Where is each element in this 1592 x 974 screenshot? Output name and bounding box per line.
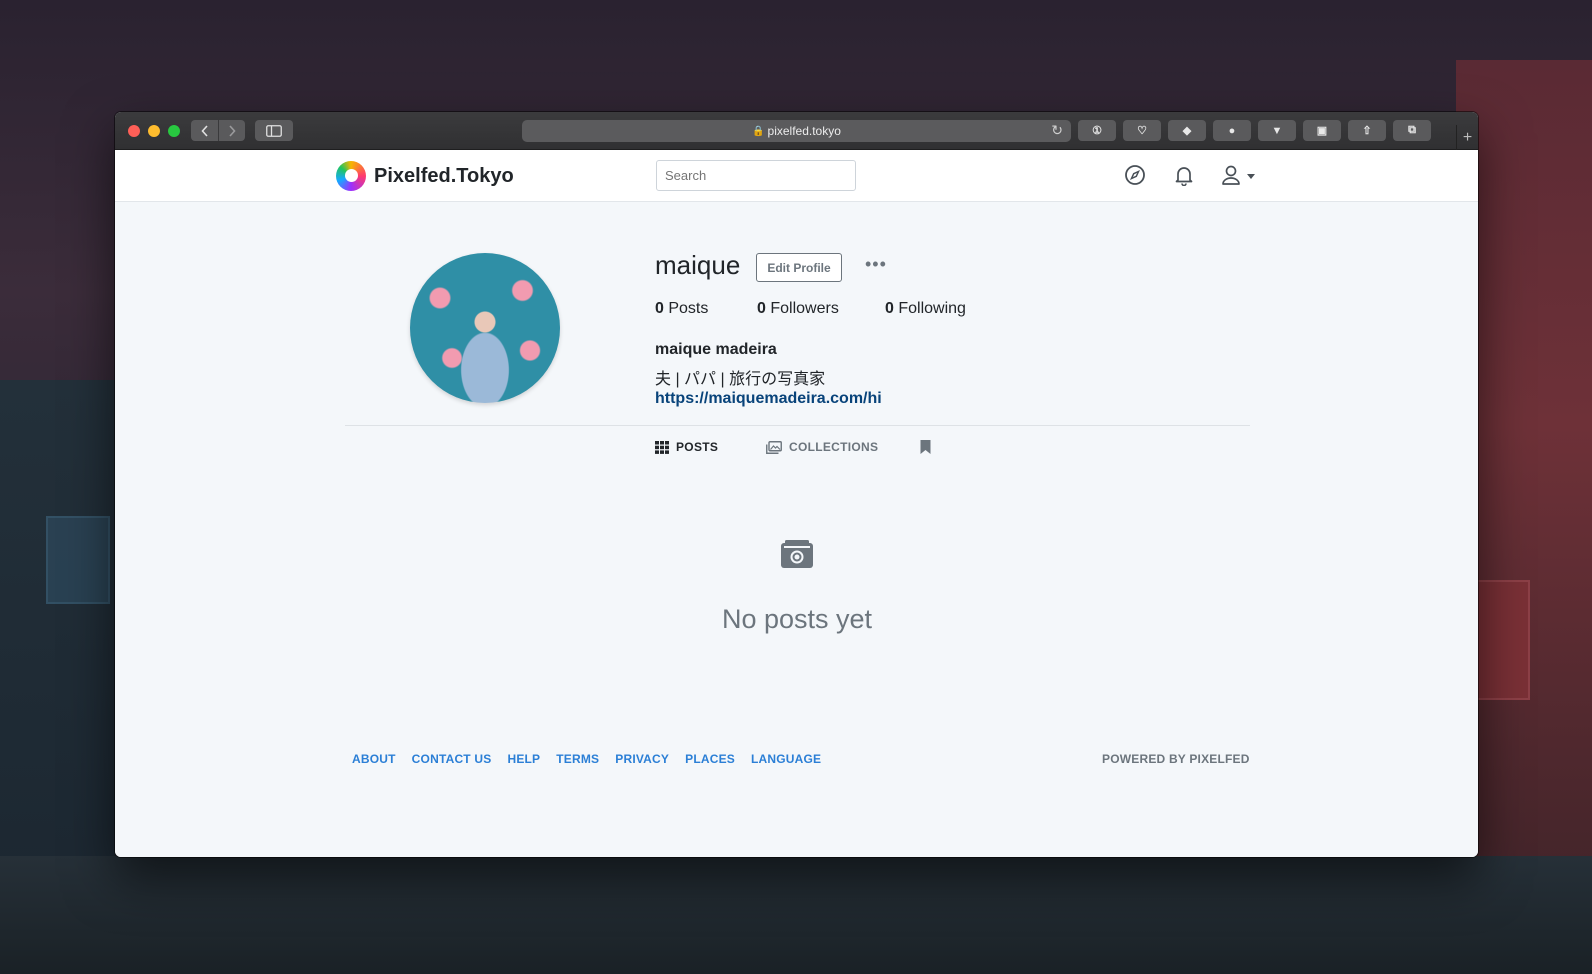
sidebar-toggle-button[interactable] [255, 120, 293, 141]
more-options-button[interactable]: ••• [865, 254, 887, 275]
profile-stats: 0 Posts 0 Followers 0 Following [655, 300, 966, 318]
history-nav-group [191, 120, 245, 141]
edit-profile-button[interactable]: Edit Profile [756, 253, 842, 282]
footer-link-about[interactable]: ABOUT [352, 752, 396, 766]
sidebar-icon [266, 124, 282, 137]
brand-link[interactable]: Pixelfed.Tokyo [336, 161, 514, 191]
tab-saved[interactable] [920, 440, 938, 454]
following-count[interactable]: 0 Following [885, 300, 966, 318]
grid-icon [655, 440, 669, 454]
forward-button[interactable] [218, 120, 245, 141]
footer-link-places[interactable]: PLACES [685, 752, 735, 766]
profile-username: maique [655, 250, 741, 280]
password-icon: ① [1092, 125, 1102, 137]
bookmark-icon [920, 440, 931, 454]
images-icon [766, 440, 782, 454]
pocket-icon: ♡ [1137, 125, 1147, 137]
user-menu-button[interactable] [1221, 164, 1261, 188]
share-icon: ⇧ [1362, 125, 1372, 137]
shield-icon: ▼ [1271, 124, 1283, 137]
profile-full-name: maique madeira [655, 341, 777, 358]
footer-link-privacy[interactable]: PRIVACY [615, 752, 669, 766]
footer-link-contact[interactable]: CONTACT US [412, 752, 492, 766]
profile-website-link[interactable]: https://maiquemadeira.com/hi [655, 390, 882, 408]
plus-icon: + [1462, 128, 1473, 146]
ellipsis-icon: ••• [865, 254, 887, 274]
bell-icon [1175, 167, 1193, 187]
lock-icon: 🔒 [752, 125, 765, 137]
chevron-right-icon [229, 124, 236, 137]
compass-icon [1125, 165, 1145, 185]
powered-by-link[interactable]: POWERED BY PIXELFED [1102, 752, 1250, 766]
caret-down-icon [1247, 174, 1255, 179]
notifications-button[interactable] [1173, 164, 1197, 188]
reload-icon[interactable]: ↻ [1051, 122, 1063, 139]
tab-collections[interactable]: COLLECTIONS [766, 440, 878, 454]
search-input[interactable] [656, 160, 856, 191]
incognito-icon: ▣ [1316, 125, 1328, 137]
footer-link-language[interactable]: LANGUAGE [751, 752, 821, 766]
user-icon [1222, 165, 1240, 185]
desktop-wallpaper-bottom [0, 856, 1592, 974]
pocket-extension-button[interactable]: ♡ [1123, 120, 1161, 141]
back-button[interactable] [191, 120, 218, 141]
bplus-icon: ● [1228, 124, 1236, 137]
close-window-button[interactable] [128, 125, 140, 137]
browser-titlebar: 🔒 pixelfed.tokyo ↻ ① ♡ ◆ ● ▼ ▣ ⇧ ⧉ + [115, 112, 1478, 150]
empty-state-text: No posts yet [721, 604, 873, 634]
posts-count[interactable]: 0 Posts [655, 300, 757, 318]
zoom-window-button[interactable] [168, 125, 180, 137]
browser-window: 🔒 pixelfed.tokyo ↻ ① ♡ ◆ ● ▼ ▣ ⇧ ⧉ + Pix… [115, 112, 1478, 857]
camera-icon [781, 540, 813, 568]
profile-bio: 夫 | パパ | 旅行の写真家 [655, 371, 826, 388]
password-manager-extension-button[interactable]: ① [1078, 120, 1116, 141]
profile-divider [345, 425, 1250, 426]
tab-posts[interactable]: POSTS [655, 440, 718, 454]
footer-link-terms[interactable]: TERMS [556, 752, 599, 766]
new-tab-button[interactable]: + [1456, 125, 1478, 150]
cube-icon: ◆ [1182, 125, 1192, 137]
top-navbar: Pixelfed.Tokyo [115, 150, 1478, 202]
profile-avatar[interactable] [410, 253, 560, 403]
page-content: Pixelfed.Tokyo maique Edit Profile ••• 0… [115, 150, 1478, 857]
desktop-wallpaper-ac-unit [1470, 580, 1530, 700]
box-extension-button[interactable]: ◆ [1168, 120, 1206, 141]
tabs-icon: ⧉ [1408, 124, 1416, 136]
pixelfed-logo-icon [336, 161, 366, 191]
bplus-extension-button[interactable]: ● [1213, 120, 1251, 141]
footer-link-help[interactable]: HELP [507, 752, 540, 766]
footer-links: ABOUT CONTACT US HELP TERMS PRIVACY PLAC… [352, 752, 837, 766]
address-bar[interactable]: 🔒 pixelfed.tokyo ↻ [522, 120, 1071, 142]
address-bar-url: pixelfed.tokyo [767, 124, 841, 138]
desktop-wallpaper-sign [46, 516, 110, 604]
chevron-left-icon [200, 124, 208, 137]
minimize-window-button[interactable] [148, 125, 160, 137]
discover-button[interactable] [1124, 164, 1148, 188]
share-button[interactable]: ⇧ [1348, 120, 1386, 141]
shield-extension-button[interactable]: ▼ [1258, 120, 1296, 141]
followers-count[interactable]: 0 Followers [757, 300, 885, 318]
brand-name: Pixelfed.Tokyo [374, 164, 514, 187]
incognito-extension-button[interactable]: ▣ [1303, 120, 1341, 141]
tabs-overview-button[interactable]: ⧉ [1393, 120, 1431, 141]
